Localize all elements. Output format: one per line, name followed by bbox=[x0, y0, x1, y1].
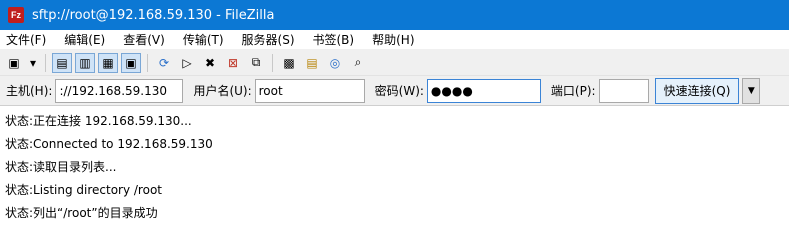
site-manager-icon[interactable]: ▣ bbox=[4, 53, 24, 73]
menu-help[interactable]: 帮助(H) bbox=[372, 31, 414, 48]
port-label: 端口(P): bbox=[550, 84, 596, 98]
log-message: 列出“/root”的目录成功 bbox=[33, 206, 158, 220]
message-log[interactable]: 状态: 正在连接 192.168.59.130... 状态: Connected… bbox=[0, 106, 789, 224]
port-input[interactable] bbox=[598, 78, 649, 103]
log-line: 状态: 列出“/root”的目录成功 bbox=[0, 201, 789, 224]
dropdown-arrow-icon[interactable]: ▾ bbox=[27, 53, 39, 73]
password-label: 密码(W): bbox=[374, 84, 424, 98]
log-status-prefix: 状态: bbox=[5, 137, 34, 151]
host-label: 主机(H): bbox=[6, 84, 53, 98]
password-input[interactable] bbox=[426, 78, 541, 103]
reconnect-icon[interactable]: ⧉ bbox=[246, 53, 266, 73]
cancel-icon[interactable]: ✖ bbox=[200, 53, 220, 73]
log-line: 状态: Listing directory /root bbox=[0, 178, 789, 201]
local-tree-icon[interactable]: ▥ bbox=[75, 52, 95, 73]
compare-icon[interactable]: ▤ bbox=[302, 53, 322, 73]
menu-view[interactable]: 查看(V) bbox=[123, 31, 165, 48]
username-input[interactable] bbox=[254, 78, 365, 103]
log-message: 读取目录列表... bbox=[33, 160, 117, 174]
title-bar: Fz sftp://root@192.168.59.130 - FileZill… bbox=[0, 0, 789, 30]
filter-icon[interactable]: ▩ bbox=[279, 53, 299, 73]
quickconnect-button[interactable]: 快速连接(Q) bbox=[654, 77, 740, 104]
menu-transfer[interactable]: 传输(T) bbox=[183, 31, 224, 48]
menu-server[interactable]: 服务器(S) bbox=[242, 31, 295, 48]
process-queue-icon[interactable]: ▷ bbox=[177, 53, 197, 73]
log-line: 状态: 正在连接 192.168.59.130... bbox=[0, 109, 789, 132]
refresh-icon[interactable]: ⟳ bbox=[154, 53, 174, 73]
log-status-prefix: 状态: bbox=[5, 206, 34, 220]
log-status-prefix: 状态: bbox=[5, 183, 34, 197]
log-message: Connected to 192.168.59.130 bbox=[33, 136, 213, 151]
log-line: 状态: 读取目录列表... bbox=[0, 155, 789, 178]
menu-bookmarks[interactable]: 书签(B) bbox=[313, 31, 355, 48]
log-status-prefix: 状态: bbox=[5, 160, 34, 174]
menu-file[interactable]: 文件(F) bbox=[6, 31, 46, 48]
transfer-queue-icon[interactable]: ▣ bbox=[121, 52, 141, 73]
toolbar-separator bbox=[272, 53, 273, 72]
disconnect-icon[interactable]: ⊠ bbox=[223, 53, 243, 73]
sync-browse-icon[interactable]: ◎ bbox=[325, 53, 345, 73]
username-label: 用户名(U): bbox=[193, 84, 252, 98]
search-icon[interactable]: ⌕ bbox=[348, 53, 368, 73]
menu-bar: 文件(F) 编辑(E) 查看(V) 传输(T) 服务器(S) 书签(B) 帮助(… bbox=[0, 30, 789, 50]
remote-tree-icon[interactable]: ▦ bbox=[98, 52, 118, 73]
log-message: 正在连接 192.168.59.130... bbox=[33, 114, 192, 128]
log-status-prefix: 状态: bbox=[5, 114, 34, 128]
window-title: sftp://root@192.168.59.130 - FileZilla bbox=[32, 7, 275, 23]
host-input[interactable] bbox=[55, 78, 184, 103]
log-message: Listing directory /root bbox=[33, 182, 162, 197]
quickconnect-dropdown-icon[interactable]: ▼ bbox=[742, 77, 761, 104]
message-log-icon[interactable]: ▤ bbox=[52, 52, 72, 73]
menu-edit[interactable]: 编辑(E) bbox=[64, 31, 105, 48]
filezilla-logo-icon: Fz bbox=[8, 7, 24, 23]
quickconnect-bar: 主机(H): 用户名(U): 密码(W): 端口(P): 快速连接(Q) ▼ bbox=[0, 76, 789, 106]
toolbar-separator bbox=[45, 53, 46, 72]
toolbar-separator bbox=[147, 53, 148, 72]
log-line: 状态: Connected to 192.168.59.130 bbox=[0, 132, 789, 155]
toolbar: ▣ ▾ ▤ ▥ ▦ ▣ ⟳ ▷ ✖ ⊠ ⧉ ▩ ▤ ◎ ⌕ bbox=[0, 50, 789, 76]
